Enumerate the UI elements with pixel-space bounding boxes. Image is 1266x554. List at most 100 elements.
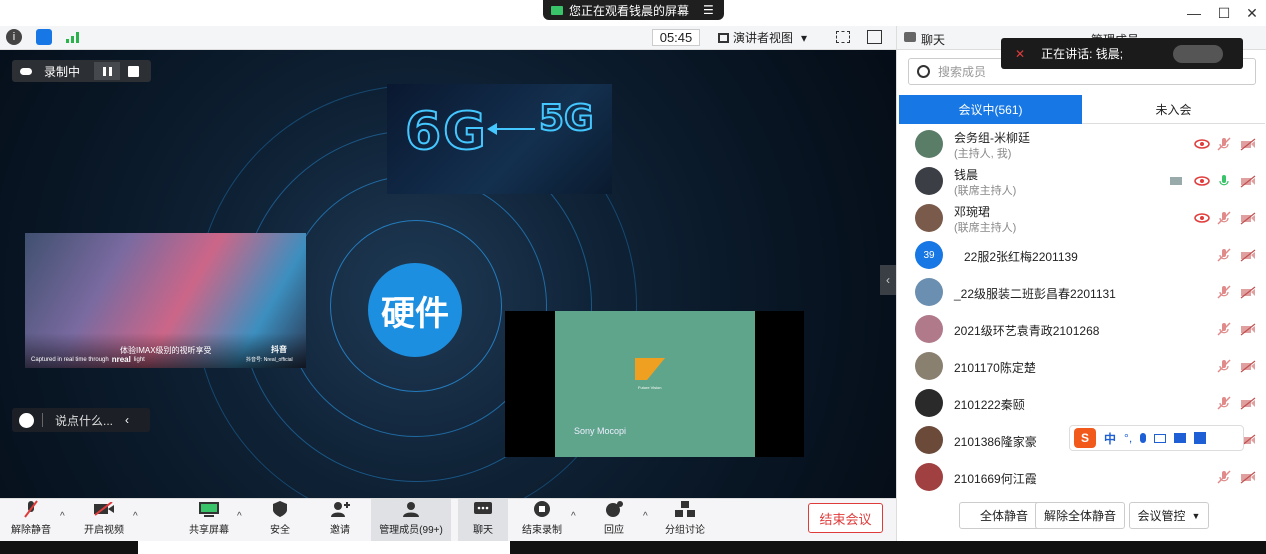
end-meeting-button[interactable]: 结束会议 [808,503,883,533]
shield-icon[interactable] [36,29,52,45]
arrow-left-icon [495,128,535,130]
member-row[interactable]: 2101669何江霞 [897,459,1266,496]
chat-button[interactable]: 聊天 [458,499,508,541]
future-vision-logo [635,358,665,380]
view-selector[interactable]: 演讲者视图 ▾ [718,29,818,46]
menu-icon[interactable]: ☰ [703,3,714,17]
eye-icon[interactable] [1194,174,1210,188]
camera-off-icon[interactable] [1240,211,1256,225]
mic-muted-icon[interactable] [1217,285,1231,299]
camera-off-icon[interactable] [1240,359,1256,373]
mic-icon[interactable] [1140,433,1147,443]
stop-record-icon [531,500,553,518]
member-row[interactable]: 会务组-米柳廷 (主持人, 我) [897,126,1266,163]
mic-muted-icon[interactable] [1217,322,1231,336]
view-label: 演讲者视图 [733,31,794,45]
stop-recording-button[interactable] [128,65,140,77]
member-row[interactable]: 2101170陈定楚 [897,348,1266,385]
grid-icon[interactable] [1194,432,1207,444]
keyboard-icon[interactable] [1154,433,1167,443]
member-role: (联席主持人) [954,222,1017,234]
manage-members-button[interactable]: 管理成员(99+) [371,499,451,541]
maximize-button[interactable]: ☐ [1214,4,1234,22]
chevron-up-icon[interactable]: ^ [133,511,138,522]
comment-placeholder: 说点什么... [55,413,114,428]
react-button[interactable]: 回应 [596,499,632,541]
breakout-rooms-button[interactable]: 分组讨论 [662,499,708,541]
tab-not-joined[interactable]: 未入会 [1082,95,1265,124]
fullscreen-icon[interactable] [836,31,850,43]
tiktok-logo: 抖音 [271,345,287,354]
unmute-button[interactable]: 解除静音 [8,499,54,541]
smiley-icon[interactable] [19,412,34,428]
chevron-up-icon[interactable]: ^ [571,511,576,522]
member-row[interactable]: 钱晨 (联席主持人) [897,163,1266,200]
chevron-up-icon[interactable]: ^ [643,511,648,522]
share-screen-button[interactable]: 共享屏幕 [186,499,232,541]
share-banner[interactable]: 您正在观看钱晨的屏幕 ☰ [543,0,724,20]
member-row[interactable]: 2021级环艺袁青政2101268 [897,311,1266,348]
camera-off-icon[interactable] [1240,285,1256,299]
member-name: 2101222秦颐 [954,398,1025,412]
ime-punct[interactable]: °, [1124,431,1132,445]
camera-off-icon[interactable] [1240,322,1256,336]
mic-muted-icon[interactable] [1217,470,1231,484]
camera-off-icon[interactable] [1240,470,1256,484]
member-name: 邓琬珺 [954,205,991,219]
member-row[interactable]: 2101222秦颐 [897,385,1266,422]
pause-recording-button[interactable] [94,62,121,80]
camera-off-icon[interactable] [1240,137,1256,151]
members-icon [400,500,422,518]
screen-share-icon[interactable] [1169,174,1183,188]
start-video-button[interactable]: 开启视频 [78,499,130,541]
avatar [915,204,943,232]
member-row[interactable]: 39 22服2张红梅2201139 [897,237,1266,274]
shared-screen-stage: 硬件 6G 5G 体验IMAX级别的视听享受 Captured in real … [0,50,896,498]
eye-icon[interactable] [1194,211,1210,225]
panel-collapse-handle[interactable]: ‹ [880,265,896,295]
unmute-all-button[interactable]: 解除全体静音 [1035,502,1125,529]
hardware-circle-label: 硬件 [368,263,462,357]
cloud-icon [20,67,32,75]
recording-indicator: 录制中 [12,60,151,82]
mic-muted-icon[interactable] [1217,137,1231,151]
chat-icon [904,32,916,42]
camera-off-icon[interactable] [1240,174,1256,188]
security-button[interactable]: 安全 [262,499,298,541]
quick-comment-bar[interactable]: 说点什么... ‹ [12,408,150,432]
mic-muted-icon[interactable] [1217,396,1231,410]
camera-off-icon[interactable] [1240,396,1256,410]
future-vision-text: Future Vision [638,385,662,390]
camera-off-icon[interactable] [1240,248,1256,262]
member-name: 2021级环艺袁青政2101268 [954,324,1100,338]
meeting-control-dropdown[interactable]: 会议管控 ▼ [1129,502,1209,529]
mic-muted-icon[interactable] [1217,211,1231,225]
ime-toolbar[interactable]: S 中 °, [1069,425,1244,451]
chevron-up-icon[interactable]: ^ [60,511,65,522]
mic-muted-icon[interactable] [1217,248,1231,262]
signal-icon[interactable] [66,32,80,43]
mic-muted-icon: ✕ [1015,46,1026,61]
skin-icon[interactable] [1174,433,1187,443]
layout-toggle-icon[interactable] [867,30,882,44]
collapse-chevron-icon[interactable]: ‹ [125,413,129,427]
info-icon[interactable]: i [6,29,22,45]
minimize-button[interactable]: — [1184,4,1204,22]
camera-off-icon [93,500,115,518]
close-button[interactable]: ✕ [1242,4,1262,22]
tab-chat[interactable]: 聊天 [921,31,945,48]
share-screen-icon [198,500,220,518]
tab-in-meeting[interactable]: 会议中(561) [899,95,1082,124]
chevron-up-icon[interactable]: ^ [237,511,242,522]
avatar [915,352,943,380]
member-row[interactable]: 邓琬珺 (联席主持人) [897,200,1266,237]
speaker-view-icon [718,32,729,43]
mic-on-icon[interactable] [1217,174,1231,188]
eye-icon[interactable] [1194,137,1210,151]
slide-5g-text: 5G [538,97,595,140]
end-recording-button[interactable]: 结束录制 [518,499,566,541]
member-row[interactable]: _22级服装二班彭昌春2201131 [897,274,1266,311]
invite-button[interactable]: 邀请 [322,499,358,541]
mic-muted-icon[interactable] [1217,359,1231,373]
ime-lang[interactable]: 中 [1104,430,1116,447]
